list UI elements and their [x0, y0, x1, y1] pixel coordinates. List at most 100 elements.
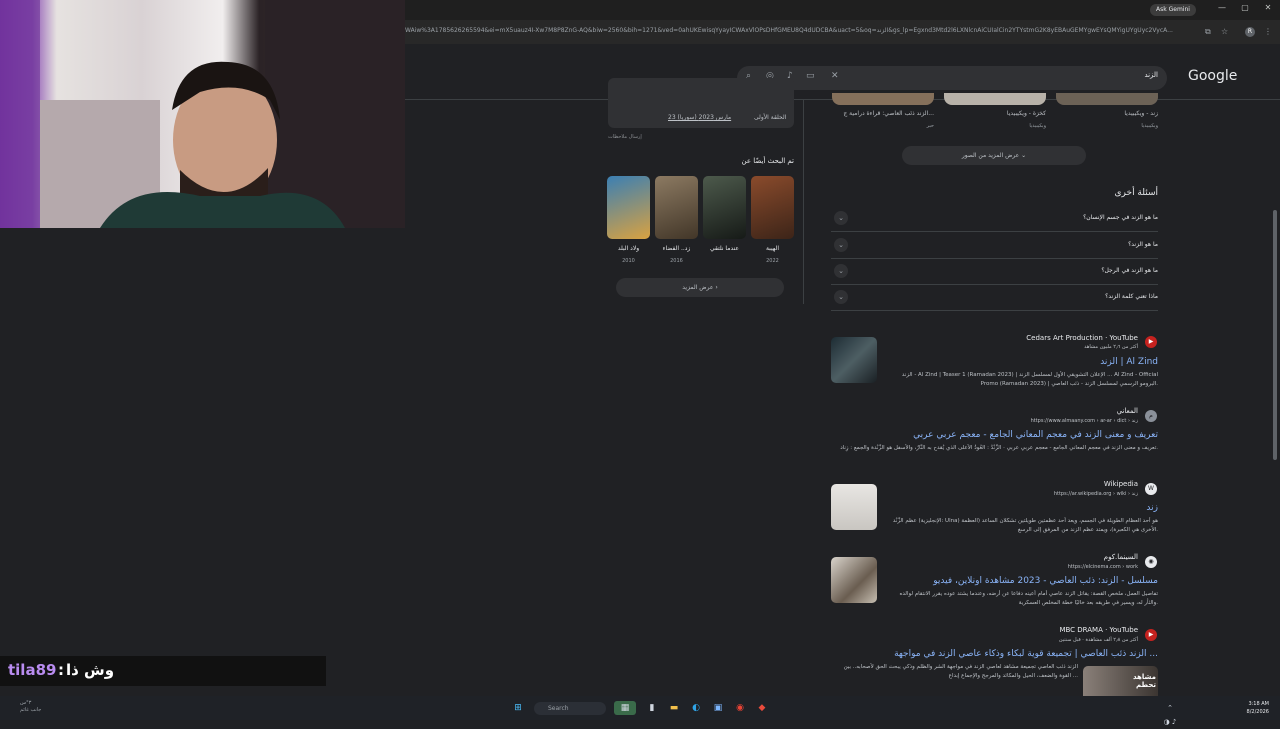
result-site[interactable]: Cedars Art Production · YouTube [858, 334, 1138, 342]
poster-image[interactable] [751, 176, 794, 239]
google-logo[interactable]: Google [1188, 68, 1237, 84]
result-snippet: عظم الزَّنْد (الإنجليزية: Ulna) هو أحد ا… [892, 518, 1158, 533]
wikipedia-icon: W [1145, 483, 1157, 495]
app-icon[interactable]: ◆ [755, 701, 769, 715]
search-query[interactable]: الزند [1100, 71, 1158, 79]
result-snippet: الزند - Al Zind | Teaser 1 (Ramadan 2023… [901, 372, 1158, 387]
ask-gemini-button[interactable]: Ask Gemini [1150, 4, 1196, 16]
paa-question: ما هو الزند في جسم الإنسان؟ [1083, 214, 1158, 221]
taskbar-clock[interactable]: 3:18 AM 8/2/2026 [1237, 700, 1269, 716]
minimize-button[interactable]: — [1212, 3, 1232, 12]
paa-item[interactable]: ماذا تعني كلمة الزند؟ ⌄ [831, 285, 1158, 311]
keyboard-icon[interactable]: ▭ [806, 71, 815, 81]
page-scrollbar[interactable] [1273, 210, 1277, 460]
image-source: ويكيبيديا [1141, 123, 1158, 129]
series-thumbnail[interactable] [831, 557, 877, 603]
poster-image[interactable] [703, 176, 746, 239]
poster-title[interactable]: عندما نلتقي [703, 245, 746, 252]
result-site[interactable]: السينما.كوم [858, 553, 1138, 561]
webcam-overlay [0, 0, 405, 228]
weather-temp: ٣°س [20, 700, 32, 706]
result-title[interactable]: الزند | Al Zind [900, 357, 1158, 367]
file-explorer-icon[interactable]: ▬ [667, 701, 681, 715]
taskbar-search-label: Search [548, 705, 569, 712]
chevron-down-icon: ⌄ [834, 211, 848, 225]
result-title[interactable]: الزند ذئب العاصي | تجميعة قوية لبكاء وذك… [838, 649, 1158, 659]
chevron-down-icon: ⌄ [834, 238, 848, 252]
store-icon[interactable]: ▣ [711, 701, 725, 715]
image-thumb[interactable] [832, 93, 934, 105]
clock-date: 8/2/2026 [1246, 709, 1269, 715]
paa-question: ما هو الزند في الرجل؟ [1101, 267, 1158, 274]
close-window-button[interactable]: ✕ [1258, 3, 1278, 12]
image-thumb[interactable] [944, 93, 1046, 105]
taskbar-search[interactable]: Search [534, 702, 606, 715]
bone-diagram-thumbnail[interactable] [831, 484, 877, 530]
also-searched-title: تم البحث أيضًا عن [741, 157, 794, 165]
poster-title[interactable]: زد.. الفضاء [655, 245, 698, 252]
result-title[interactable]: مسلسل - الزند: ذئب العاصي - 2023 مشاهدة … [900, 576, 1158, 586]
windows-taskbar [0, 696, 1280, 720]
poster-image[interactable] [607, 176, 650, 239]
tray-icons[interactable]: ⌃ ◑ ♪ [1163, 701, 1177, 726]
chrome-icon[interactable]: ◉ [733, 701, 747, 715]
poster-title[interactable]: ولاد البلد [607, 245, 650, 252]
result-site[interactable]: المعاني [858, 407, 1138, 415]
address-url[interactable]: WAiw%3A1785626265594&ei=mX5uauz4I-Xw7M8P… [405, 27, 1200, 34]
youtube-icon: ▶ [1145, 629, 1157, 641]
result-site[interactable]: MBC DRAMA · YouTube [858, 626, 1138, 634]
result-site[interactable]: Wikipedia [858, 480, 1138, 488]
video-thumbnail[interactable] [831, 337, 877, 383]
image-source: حبر [926, 123, 934, 129]
task-view-icon[interactable]: ▮ [645, 701, 659, 715]
result-snippet: تفاصيل العمل، ملخص القصة: يقاتل الزند عا… [899, 591, 1159, 606]
edge-icon[interactable]: ◐ [689, 701, 703, 715]
profile-avatar[interactable]: R [1245, 27, 1255, 37]
paa-item[interactable]: ما هو الزند في الرجل؟ ⌄ [831, 259, 1158, 285]
chat-username: tila89 [8, 661, 57, 679]
youtube-icon: ▶ [1145, 336, 1157, 348]
image-caption[interactable]: كخزة - ويكيبيديا [934, 110, 1046, 117]
site-favicon: م [1145, 410, 1157, 422]
result-snippet: الزند ذئب العاصي تجميعة مشاهد لعاصي الزن… [843, 664, 1078, 679]
clock-time: 3:18 AM [1248, 701, 1269, 707]
chat-message: وش ذا [66, 661, 115, 679]
widgets-icon[interactable]: ▦ [614, 701, 636, 715]
chat-separator-text: : [58, 661, 64, 679]
result-url: https://ar.wikipedia.org › wiki › زند [1053, 491, 1138, 497]
paa-question: ماذا تعني كلمة الزند؟ [1105, 293, 1158, 300]
image-caption[interactable]: الزند ذئب العاصي: قراءة درامية ج... [822, 110, 934, 117]
bookmark-star-icon[interactable]: ☆ [1221, 27, 1228, 36]
episode-date[interactable]: 23 مارس 2023 (سوريا) [668, 114, 731, 121]
weather-desc: جانب غائم [20, 707, 42, 713]
result-title[interactable]: تعريف و معنى الزند في معجم المعاني الجام… [838, 430, 1158, 440]
translate-icon[interactable]: ⧉ [1205, 27, 1211, 37]
poster-title[interactable]: الهيبة [751, 245, 794, 252]
result-title[interactable]: زند [900, 503, 1158, 513]
paa-question: ما هو الزند؟ [1128, 241, 1158, 248]
clear-search-icon[interactable]: ✕ [831, 71, 839, 81]
elcinema-icon: ◉ [1145, 556, 1157, 568]
show-more-label: عرض المزيد [682, 284, 714, 291]
image-thumb[interactable] [1056, 93, 1158, 105]
more-images-button[interactable]: عرض المزيد من الصور ⌄ [902, 146, 1086, 165]
result-url: أكثر من ٢٫٨ ألف مشاهدة · قبل سنتين [1058, 637, 1138, 643]
maximize-button[interactable]: ▢ [1235, 3, 1255, 12]
paa-item[interactable]: ما هو الزند في جسم الإنسان؟ ⌄ [831, 206, 1158, 232]
streamer-silhouette [0, 0, 405, 228]
paa-item[interactable]: ما هو الزند؟ ⌄ [831, 233, 1158, 259]
weather-widget[interactable]: ٣°س جانب غائم [20, 700, 41, 714]
show-more-button[interactable]: عرض المزيد › [616, 278, 784, 297]
start-icon[interactable]: ⊞ [511, 701, 525, 715]
more-images-label: عرض المزيد من الصور [961, 152, 1020, 159]
thumbnail-badge: مشاهد تحطم [1133, 673, 1156, 689]
poster-year: 2010 [622, 258, 635, 264]
feedback-link[interactable]: إرسال ملاحظات [608, 134, 642, 140]
result-url: أكثر من ٢٫٦ مليون مشاهد [1084, 344, 1138, 350]
paa-title: أسئلة أخرى [1114, 188, 1159, 198]
episode-label: الحلقة الأولى [754, 114, 787, 121]
menu-icon[interactable]: ⋮ [1264, 27, 1272, 36]
poster-image[interactable] [655, 176, 698, 239]
poster-year: 2016 [670, 258, 683, 264]
image-caption[interactable]: زند - ويكيبيديا [1046, 110, 1158, 117]
